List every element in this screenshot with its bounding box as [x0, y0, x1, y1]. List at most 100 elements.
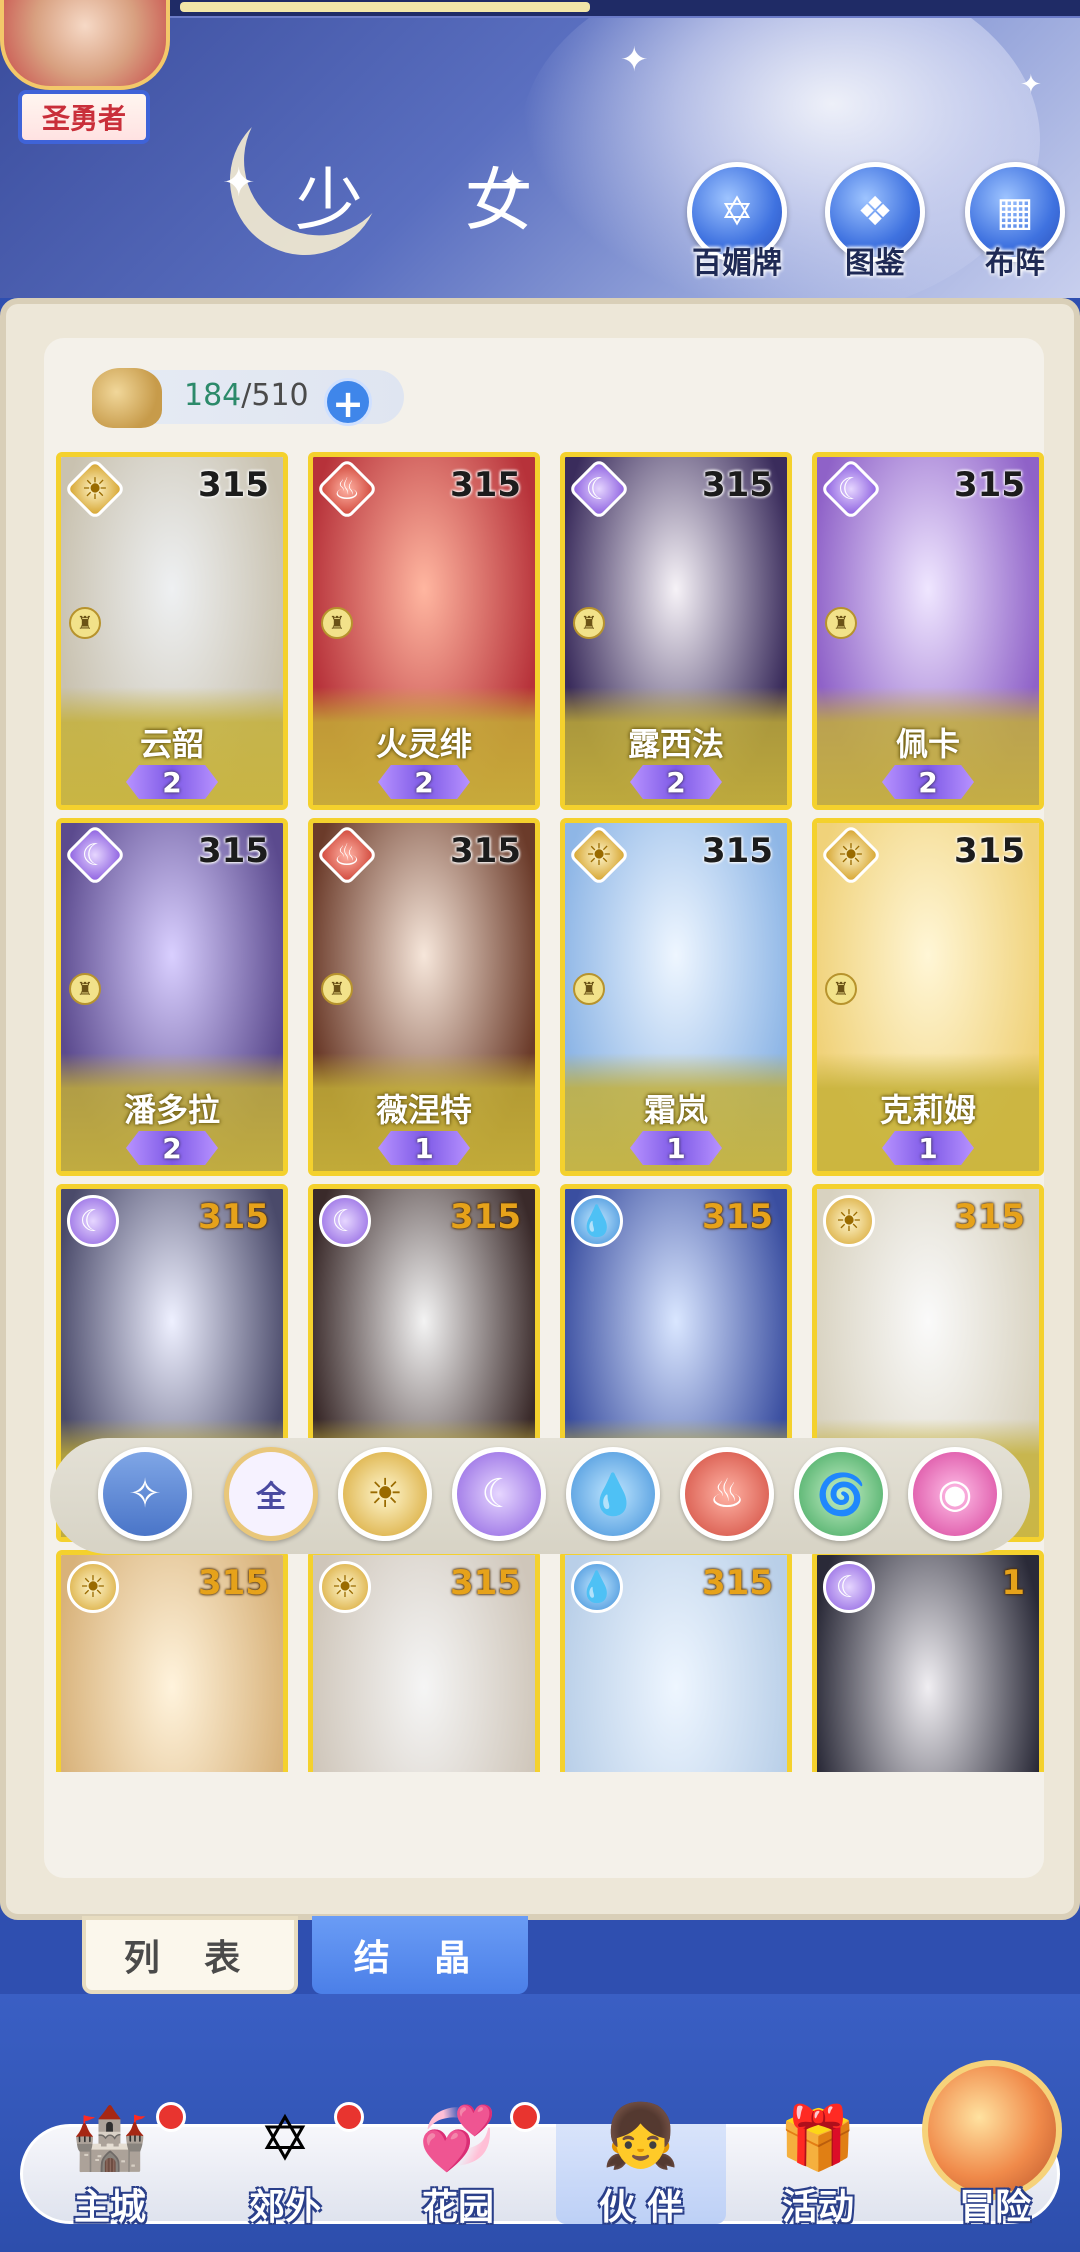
codex-label: 图鉴: [845, 246, 905, 281]
nav-activity[interactable]: 🎁 活动: [738, 2078, 898, 2238]
card-deck-label: 百媚牌: [692, 246, 782, 281]
codex-button[interactable]: ❖ 图鉴: [820, 162, 930, 282]
card-character-name: 薇涅特: [375, 1091, 472, 1129]
card-deck-button[interactable]: ✡ 百媚牌: [682, 162, 792, 282]
notification-dot: [334, 2102, 364, 2132]
filter-sun-button[interactable]: ☀: [338, 1447, 432, 1541]
character-card[interactable]: ☀ 315 ♜ 霜岚 1: [560, 818, 792, 1176]
card-rank-badge: 1: [630, 1131, 722, 1165]
progress-bar: [150, 0, 1080, 18]
tab-crystal[interactable]: 结 晶: [312, 1916, 528, 1994]
sort-button[interactable]: ✧: [98, 1447, 192, 1541]
sun-element-icon: ☀: [67, 1561, 119, 1613]
roster-panel: 184/510 + ☀ 315 ♜ 云韶 2 ♨ 315 ♜ 火灵绯 2 ☾ 315 ♜ 露西法 2 ☾ 315…: [0, 298, 1080, 1920]
chess-piece-icon: ♜: [69, 973, 101, 1005]
filter-moon-button[interactable]: ☾: [452, 1447, 546, 1541]
card-level: 315: [954, 831, 1025, 871]
collection-count: 184/510: [184, 378, 309, 413]
card-character-name: 克莉姆: [879, 1091, 976, 1129]
collection-bag-icon: [92, 368, 162, 428]
nav-activity-label: 活动: [781, 2187, 854, 2228]
sun-element-icon: ☀: [823, 1195, 875, 1247]
sort-icon: ✧: [128, 1471, 162, 1517]
filter-fire-button[interactable]: ♨: [680, 1447, 774, 1541]
character-card[interactable]: ☾ 315 ♜ 佩卡 2: [812, 452, 1044, 810]
filter-orbit-button[interactable]: ◉: [908, 1447, 1002, 1541]
water-element-icon: 💧: [571, 1195, 623, 1247]
card-level: 315: [954, 1197, 1025, 1237]
notification-dot: [156, 2102, 186, 2132]
chess-piece-icon: ♜: [69, 607, 101, 639]
card-level: 315: [450, 1563, 521, 1603]
card-level: 315: [702, 465, 773, 505]
fire-icon: ♨: [709, 1471, 745, 1517]
nav-main-city-label: 主城: [73, 2187, 146, 2228]
card-character-name: 火灵绯: [375, 725, 472, 763]
card-character-name: 霜岚: [643, 1091, 708, 1129]
card-level: 315: [198, 831, 269, 871]
character-card[interactable]: ☾ 315 ♜ 潘多拉 2: [56, 818, 288, 1176]
character-card[interactable]: 💧 315: [560, 1550, 792, 1772]
player-rank-badge[interactable]: 圣勇者: [18, 90, 150, 144]
character-card[interactable]: ☾ 315 ♜ 露西法 2: [560, 452, 792, 810]
chess-piece-icon: ♜: [825, 973, 857, 1005]
moon-icon: ☾: [481, 1471, 517, 1517]
card-character-name: 佩卡: [895, 725, 960, 763]
nav-partner[interactable]: 👧 伙 伴: [556, 2099, 726, 2228]
chess-piece-icon: ♜: [321, 973, 353, 1005]
moon-element-icon: ☾: [319, 1195, 371, 1247]
nav-adventure-label: 冒险: [958, 2187, 1031, 2228]
expand-collection-button[interactable]: +: [324, 378, 372, 426]
card-rank-badge: 2: [630, 765, 722, 799]
character-card[interactable]: ♨ 315 ♜ 薇涅特 1: [308, 818, 540, 1176]
character-card[interactable]: ☀ 315 ♜ 云韶 2: [56, 452, 288, 810]
card-level: 315: [702, 1563, 773, 1603]
sun-element-icon: ☀: [319, 1561, 371, 1613]
filter-all-button[interactable]: 全: [224, 1447, 318, 1541]
moon-element-icon: ☾: [67, 1195, 119, 1247]
card-rank-badge: 2: [882, 765, 974, 799]
formation-label: 布阵: [985, 246, 1045, 281]
character-card[interactable]: ☀ 315 ♜ 克莉姆 1: [812, 818, 1044, 1176]
filter-all-label: 全: [256, 1480, 286, 1515]
nav-garden[interactable]: 💞 花园: [378, 2078, 538, 2238]
orbit-icon: ◉: [937, 1471, 973, 1517]
card-level: 315: [198, 1563, 269, 1603]
tab-list[interactable]: 列 表: [82, 1916, 298, 1994]
player-avatar[interactable]: [0, 0, 170, 90]
chess-piece-icon: ♜: [573, 607, 605, 639]
collection-max: 510: [251, 378, 309, 413]
page-title: 少 女: [295, 162, 573, 241]
character-card[interactable]: ☾ 1: [812, 1550, 1044, 1772]
card-level: 315: [450, 465, 521, 505]
card-rank-badge: 2: [378, 765, 470, 799]
filter-wind-button[interactable]: 🌀: [794, 1447, 888, 1541]
sparkle-icon: ✦: [620, 40, 649, 80]
card-level: 315: [702, 831, 773, 871]
nav-garden-label: 花园: [421, 2187, 494, 2228]
character-card[interactable]: ♨ 315 ♜ 火灵绯 2: [308, 452, 540, 810]
sparkle-icon: ✦: [222, 160, 256, 206]
filter-water-button[interactable]: 💧: [566, 1447, 660, 1541]
nav-partner-label: 伙 伴: [598, 2187, 684, 2228]
roster-inner: 184/510 + ☀ 315 ♜ 云韶 2 ♨ 315 ♜ 火灵绯 2 ☾ 315 ♜ 露西法 2 ☾ 315…: [44, 338, 1044, 1878]
nav-suburbs[interactable]: ✡ 郊外: [205, 2078, 365, 2238]
card-level: 315: [702, 1197, 773, 1237]
sun-icon: ☀: [367, 1471, 403, 1517]
collection-current: 184: [184, 378, 242, 413]
card-character-name: 露西法: [627, 725, 724, 763]
sparkle-icon: ✦: [1020, 70, 1042, 100]
chess-piece-icon: ♜: [321, 607, 353, 639]
character-card[interactable]: ☀ 315: [308, 1550, 540, 1772]
card-level: 315: [954, 465, 1025, 505]
card-rank-badge: 2: [126, 1131, 218, 1165]
character-card[interactable]: ☀ 315: [56, 1550, 288, 1772]
card-rank-badge: 1: [378, 1131, 470, 1165]
formation-button[interactable]: ▦ 布阵: [960, 162, 1070, 282]
water-icon: 💧: [588, 1471, 638, 1518]
card-level: 315: [198, 1197, 269, 1237]
collection-separator: /: [241, 378, 252, 413]
card-level: 1: [1001, 1563, 1025, 1603]
chess-piece-icon: ♜: [573, 973, 605, 1005]
wind-icon: 🌀: [816, 1471, 866, 1518]
